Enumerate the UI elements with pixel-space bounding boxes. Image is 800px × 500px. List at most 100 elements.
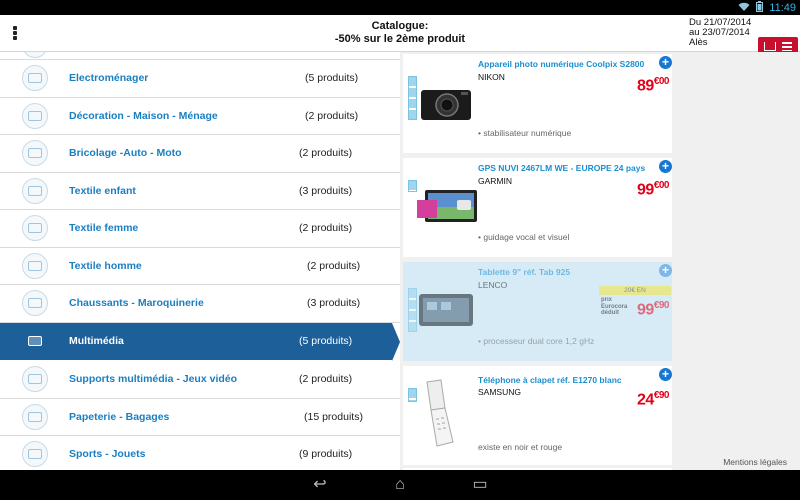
category-label: Chaussants - Maroquinerie [69, 297, 204, 310]
clock: 11:49 [769, 2, 796, 14]
product-tags [408, 180, 417, 192]
product-feature: existe en noir et rouge [478, 442, 563, 452]
category-label: Textile enfant [69, 184, 136, 197]
product-price: 24€90 [637, 390, 669, 409]
product-tags [408, 288, 417, 332]
category-icon [22, 327, 48, 354]
category-label: Textile homme [69, 259, 142, 272]
catalog-title-line1: Catalogue: [371, 20, 429, 32]
category-item-selected[interactable]: Multimédia (5 produits) [0, 322, 400, 360]
category-icon [22, 177, 48, 204]
category-icon [22, 65, 48, 91]
category-item[interactable]: Textile homme (2 produits) [0, 248, 400, 285]
product-price: 99€00 [637, 180, 669, 199]
product-name: Appareil photo numérique Coolpix S2800 [478, 59, 645, 69]
category-label: Textile femme [69, 222, 139, 235]
category-icon [22, 215, 48, 241]
product-card[interactable]: Appareil photo numérique Coolpix S2800 N… [403, 54, 672, 153]
product-list: Appareil photo numérique Coolpix S2800 N… [400, 52, 800, 470]
product-brand: NIKON [478, 72, 505, 82]
category-item[interactable]: Textile femme (2 produits) [0, 210, 400, 248]
category-label: Multimédia [69, 335, 124, 348]
category-label: Electroménager [69, 72, 149, 85]
recent-apps-icon[interactable]: ▭ [468, 477, 492, 493]
category-label: Papeterie - Bagages [69, 410, 170, 423]
add-icon[interactable]: + [659, 264, 672, 277]
category-label: Décoration - Maison - Ménage [69, 109, 218, 122]
price-dec: €00 [653, 76, 670, 87]
category-item[interactable]: Supports multimédia - Jeux vidéo (2 prod… [0, 361, 400, 399]
category-icon [22, 102, 48, 129]
product-card[interactable]: Téléphone à clapet réf. E1270 blanc SAMS… [403, 366, 672, 465]
price-int: 99 [637, 181, 654, 199]
category-count: (2 produits) [305, 109, 359, 122]
product-feature: • processeur dual core 1,2 gHz [478, 336, 595, 346]
category-item[interactable]: Electroménager (5 produits) [0, 60, 400, 98]
catalog-title-line2: -50% sur le 2ème produit [334, 33, 466, 45]
product-price: 89€00 [637, 76, 669, 95]
price-int: 89 [637, 77, 654, 95]
category-icon [22, 52, 48, 58]
category-count: (9 produits) [299, 448, 353, 461]
tablet-image [417, 286, 475, 330]
product-feature: • guidage vocal et visuel [478, 232, 570, 242]
product-feature: • stabilisateur numérique [478, 128, 572, 138]
status-bar: 11:49 [0, 0, 800, 15]
category-count: (3 produits) [307, 297, 361, 310]
list-item[interactable] [0, 52, 400, 60]
category-count: (15 produits) [304, 410, 363, 423]
product-tags [408, 388, 417, 402]
category-icon [22, 441, 48, 467]
category-count: (2 produits) [299, 373, 353, 386]
product-name: Tablette 9" réf. Tab 925 [478, 267, 571, 277]
add-icon[interactable]: + [659, 368, 672, 381]
category-label: Supports multimédia - Jeux vidéo [69, 373, 238, 386]
overflow-menu-icon[interactable] [6, 24, 24, 42]
category-icon [22, 366, 48, 392]
product-brand: GARMIN [478, 176, 512, 186]
category-icon [22, 140, 48, 166]
category-list: Electroménager (5 produits) Décoration -… [0, 52, 400, 470]
product-price: 99€90 [637, 300, 669, 319]
product-brand: LENCO [478, 280, 508, 290]
category-count: (2 produits) [307, 259, 361, 272]
category-icon [22, 252, 48, 279]
category-icon [22, 290, 48, 316]
price-dec: €00 [653, 180, 670, 191]
wifi-icon [738, 2, 750, 15]
camera-image [417, 78, 475, 122]
product-name: Téléphone à clapet réf. E1270 blanc [478, 375, 622, 385]
catalog-dates: Du 21/07/2014 au 23/07/2014 Alès [689, 18, 751, 48]
category-count: (3 produits) [299, 184, 353, 197]
back-icon[interactable]: ↩ [308, 477, 332, 493]
category-count: (2 produits) [299, 147, 353, 160]
book-view-icon[interactable] [764, 41, 776, 51]
product-card[interactable]: GPS NUVI 2467LM WE - EUROPE 24 pays GARM… [403, 158, 672, 257]
price-dec: €90 [653, 390, 670, 401]
category-item[interactable]: Papeterie - Bagages (15 produits) [0, 399, 400, 436]
product-card-selected[interactable]: Tablette 9" réf. Tab 925 LENCO 20€ EN pr… [403, 262, 672, 361]
battery-icon [756, 1, 764, 15]
category-count: (5 produits) [305, 72, 359, 85]
category-icon [22, 403, 48, 430]
category-item[interactable]: Bricolage -Auto - Moto (2 produits) [0, 135, 400, 173]
category-item[interactable]: Textile enfant (3 produits) [0, 173, 400, 210]
category-item[interactable]: Décoration - Maison - Ménage (2 produits… [0, 98, 400, 135]
category-item[interactable]: Chaussants - Maroquinerie (3 produits) [0, 285, 400, 323]
add-icon[interactable]: + [659, 56, 672, 69]
category-count: (2 produits) [299, 222, 353, 235]
add-icon[interactable]: + [659, 160, 672, 173]
price-int: 24 [637, 391, 654, 409]
phone-image [419, 378, 477, 448]
action-bar: Catalogue: -50% sur le 2ème produit Du 2… [0, 15, 800, 55]
category-count: (5 produits) [299, 335, 353, 348]
home-icon[interactable]: ⌂ [388, 477, 412, 493]
list-view-icon[interactable] [782, 41, 792, 51]
product-name: GPS NUVI 2467LM WE - EUROPE 24 pays [478, 163, 646, 173]
price-dec: €90 [653, 300, 670, 311]
promo-note-line3: déduit [601, 310, 619, 316]
legal-notice-link[interactable]: Mentions légales [723, 457, 787, 467]
category-item[interactable]: Sports - Jouets (9 produits) [0, 436, 400, 470]
navigation-bar: ↩ ⌂ ▭ [0, 470, 800, 500]
category-label: Bricolage -Auto - Moto [69, 147, 182, 160]
